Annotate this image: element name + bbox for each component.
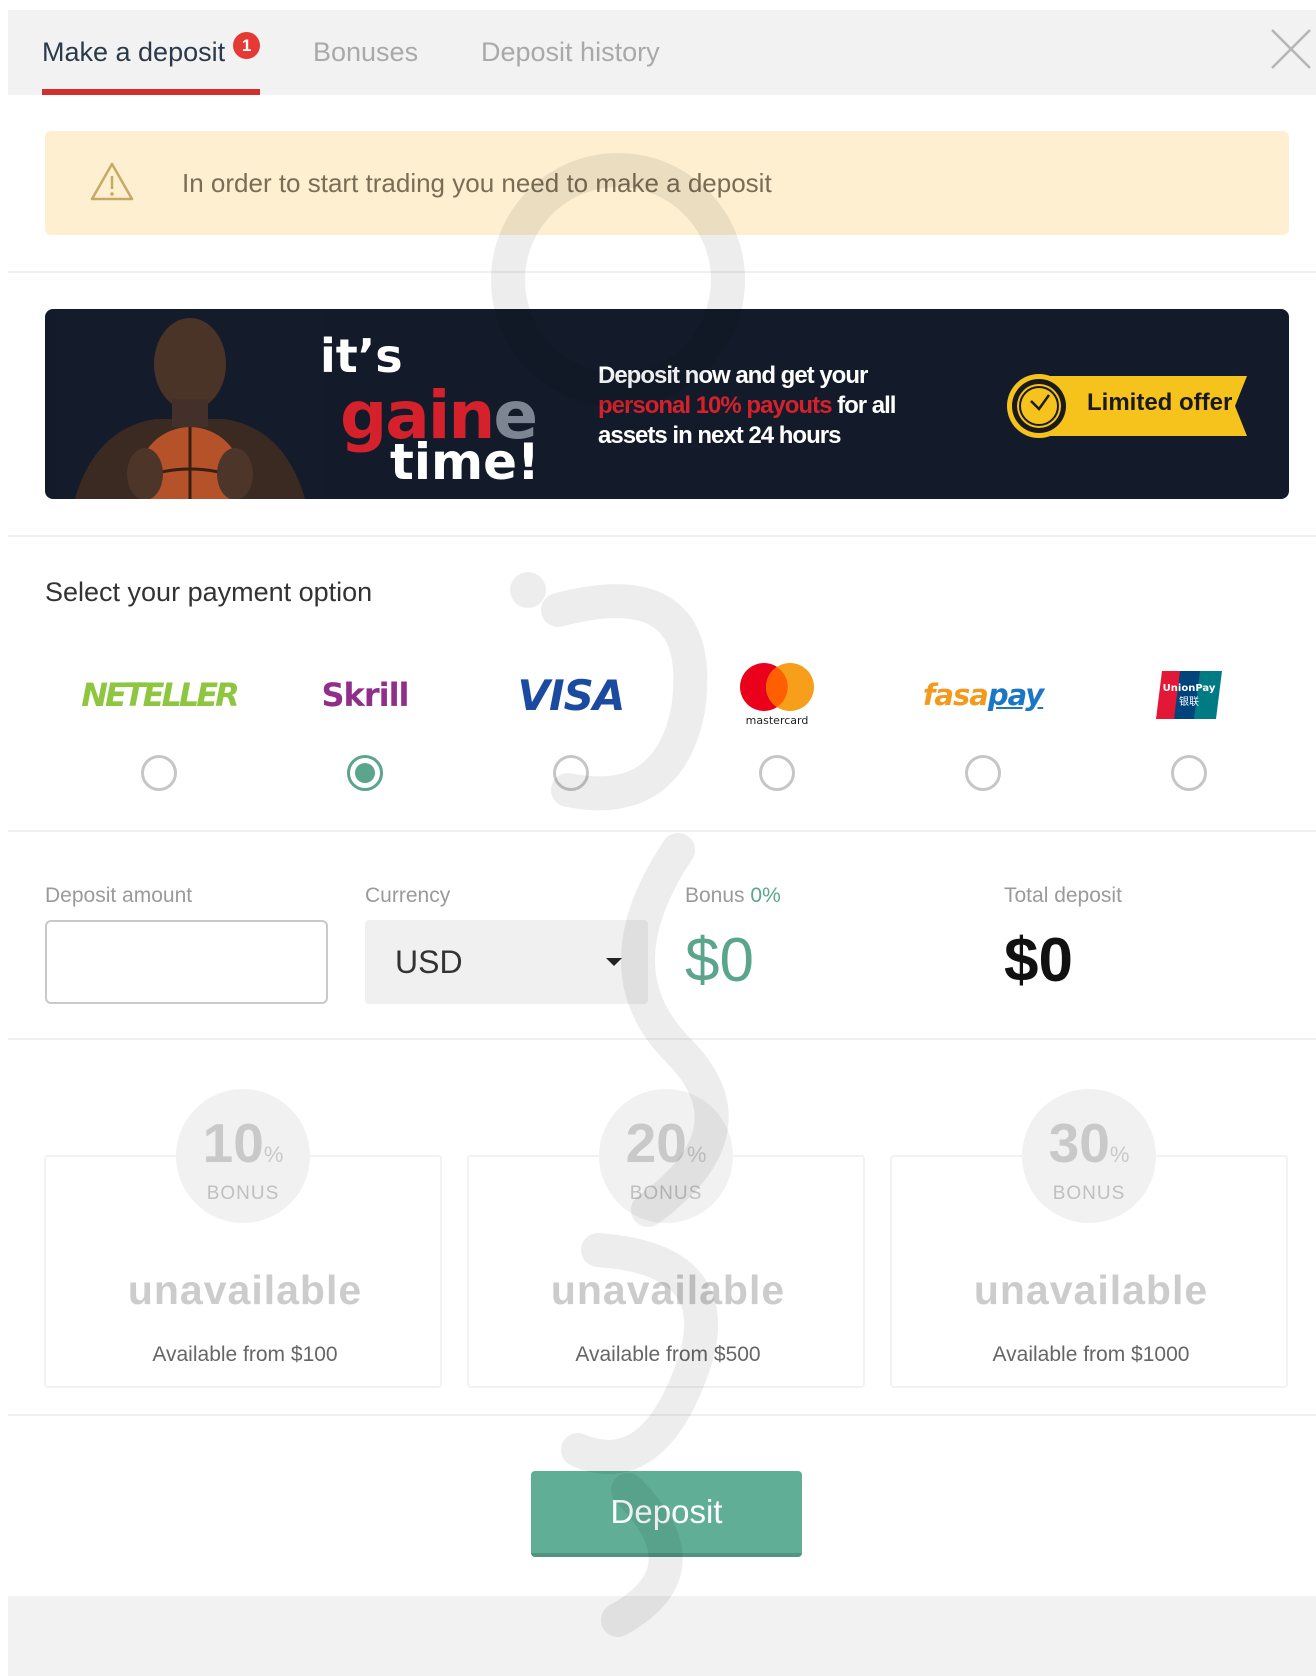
chevron-down-icon [606, 958, 622, 966]
bonus-label: Bonus 0% [685, 884, 781, 908]
neteller-logo: NETELLER [74, 660, 244, 730]
total-deposit-label: Total deposit [1004, 884, 1122, 907]
deposit-dialog: Make a deposit 1 Bonuses Deposit history… [8, 10, 1316, 1676]
payment-section-title: Select your payment option [45, 577, 373, 607]
tab-make-deposit-label: Make a deposit [42, 37, 226, 67]
headline-its: it’s [320, 329, 403, 383]
mastercard-radio[interactable] [759, 755, 795, 791]
bonus-value: $0 [685, 926, 754, 995]
deposit-required-alert: In order to start trading you need to ma… [45, 131, 1289, 235]
tab-bar: Make a deposit 1 Bonuses Deposit history [8, 10, 1316, 95]
tab-bonuses[interactable]: Bonuses [313, 10, 418, 95]
bonus-percent-value: 10% [176, 1111, 310, 1175]
deposit-amount-label: Deposit amount [45, 884, 193, 907]
headline-time: time! [390, 433, 540, 491]
close-icon [1271, 29, 1311, 69]
bonus-badge-30: 30% BONUS [1022, 1089, 1156, 1223]
bonus-status: unavailable [973, 1267, 1209, 1313]
unionpay-radio[interactable] [1171, 755, 1207, 791]
promo-line-2: personal 10% payouts for all [598, 391, 958, 421]
bonus-status: unavailable [550, 1267, 786, 1313]
payment-option-fasapay[interactable]: fasapay [898, 660, 1068, 800]
currency-select[interactable]: USD [365, 920, 648, 1004]
bonus-badge-label: BONUS [629, 1183, 703, 1204]
deposit-amount-input[interactable] [45, 920, 328, 1004]
divider [8, 535, 1316, 537]
fasapay-logo-b: pay [987, 678, 1044, 712]
skrill-logo: Skrill [280, 660, 450, 730]
bonus-badge-10: 10% BONUS [176, 1089, 310, 1223]
bonus-pct-unit: % [686, 1142, 707, 1167]
promo-line-2-rest: for all [831, 392, 896, 419]
neteller-logo-text: NETELLER [81, 676, 240, 714]
dialog-footer [8, 1596, 1316, 1676]
unionpay-logo-text: UnionPay [1163, 683, 1216, 694]
mastercard-logo: mastercard [692, 660, 862, 730]
payment-option-unionpay[interactable]: UnionPay 银联 [1104, 660, 1274, 800]
promo-line-1: Deposit now and get your [598, 362, 868, 389]
deposit-button[interactable]: Deposit [531, 1471, 802, 1557]
divider [8, 271, 1316, 273]
payment-option-neteller[interactable]: NETELLER [74, 660, 244, 800]
warning-icon [90, 162, 134, 201]
mastercard-icon: mastercard [740, 663, 814, 727]
alert-message: In order to start trading you need to ma… [182, 167, 772, 198]
divider [8, 830, 1316, 832]
limited-offer-tag: Limited offer [1007, 371, 1257, 441]
currency-label: Currency [365, 884, 451, 907]
bonus-percent: 0% [750, 884, 781, 907]
skrill-radio[interactable] [347, 755, 383, 791]
tab-bonuses-label: Bonuses [313, 37, 419, 67]
bonus-percent-value: 30% [1022, 1111, 1156, 1175]
visa-radio[interactable] [553, 755, 589, 791]
mastercard-logo-text: mastercard [746, 714, 809, 727]
game-time-headline: it’s gaine time! [320, 329, 580, 491]
close-button[interactable] [1266, 24, 1316, 74]
basketball-player-image [55, 309, 325, 499]
notification-badge: 1 [233, 32, 261, 59]
limited-offer-label: Limited offer [1087, 389, 1233, 416]
skrill-logo-text: Skrill [321, 676, 409, 714]
bonus-note: Available from $100 [152, 1343, 338, 1366]
unionpay-logo: UnionPay 银联 [1104, 660, 1274, 730]
bonus-label-text: Bonus [685, 884, 751, 907]
bonus-pct-number: 30 [1048, 1112, 1110, 1174]
payment-option-visa[interactable]: VISA [486, 660, 656, 800]
bonus-pct-number: 10 [202, 1112, 264, 1174]
promo-banner[interactable]: it’s gaine time! Deposit now and get you… [45, 309, 1289, 499]
promo-line-3: assets in next 24 hours [598, 422, 841, 449]
neteller-radio[interactable] [141, 755, 177, 791]
total-deposit-value: $0 [1004, 926, 1073, 995]
bonus-percent-value: 20% [599, 1111, 733, 1175]
unionpay-logo-cn: 银联 [1179, 695, 1199, 708]
promo-highlight: personal 10% payouts [598, 392, 832, 419]
bonus-badge-label: BONUS [1052, 1183, 1126, 1204]
promo-text: Deposit now and get your personal 10% pa… [598, 361, 958, 451]
tab-deposit-history-label: Deposit history [481, 37, 660, 67]
unionpay-icon: UnionPay 银联 [1156, 671, 1222, 719]
bonus-pct-unit: % [1109, 1142, 1130, 1167]
divider [8, 1414, 1316, 1416]
fasapay-radio[interactable] [965, 755, 1001, 791]
bonus-badge-label: BONUS [206, 1183, 280, 1204]
bonus-pct-number: 20 [625, 1112, 687, 1174]
payment-option-mastercard[interactable]: mastercard [692, 660, 862, 800]
tab-deposit-history[interactable]: Deposit history [481, 10, 660, 95]
active-tab-indicator [42, 89, 261, 95]
bonus-note: Available from $500 [575, 1343, 761, 1366]
bonus-status: unavailable [127, 1267, 363, 1313]
visa-logo-text: VISA [517, 670, 626, 720]
bonus-pct-unit: % [263, 1142, 284, 1167]
bonus-badge-20: 20% BONUS [599, 1089, 733, 1223]
tab-make-deposit[interactable]: Make a deposit 1 [42, 10, 261, 95]
divider [8, 1038, 1316, 1040]
visa-logo: VISA [486, 660, 656, 730]
bonus-note: Available from $1000 [992, 1343, 1190, 1366]
fasapay-logo-a: fasa [922, 678, 989, 712]
payment-option-skrill[interactable]: Skrill [280, 660, 450, 800]
currency-value: USD [395, 943, 463, 980]
fasapay-logo: fasapay [898, 660, 1068, 730]
